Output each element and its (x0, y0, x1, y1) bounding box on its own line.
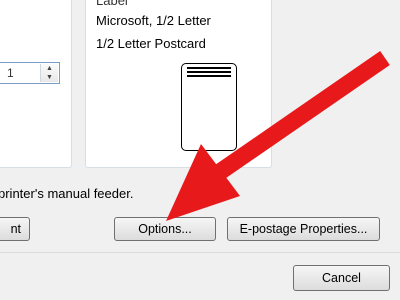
red-arrow-annotation (166, 51, 390, 221)
arrow-shaft (209, 51, 390, 183)
